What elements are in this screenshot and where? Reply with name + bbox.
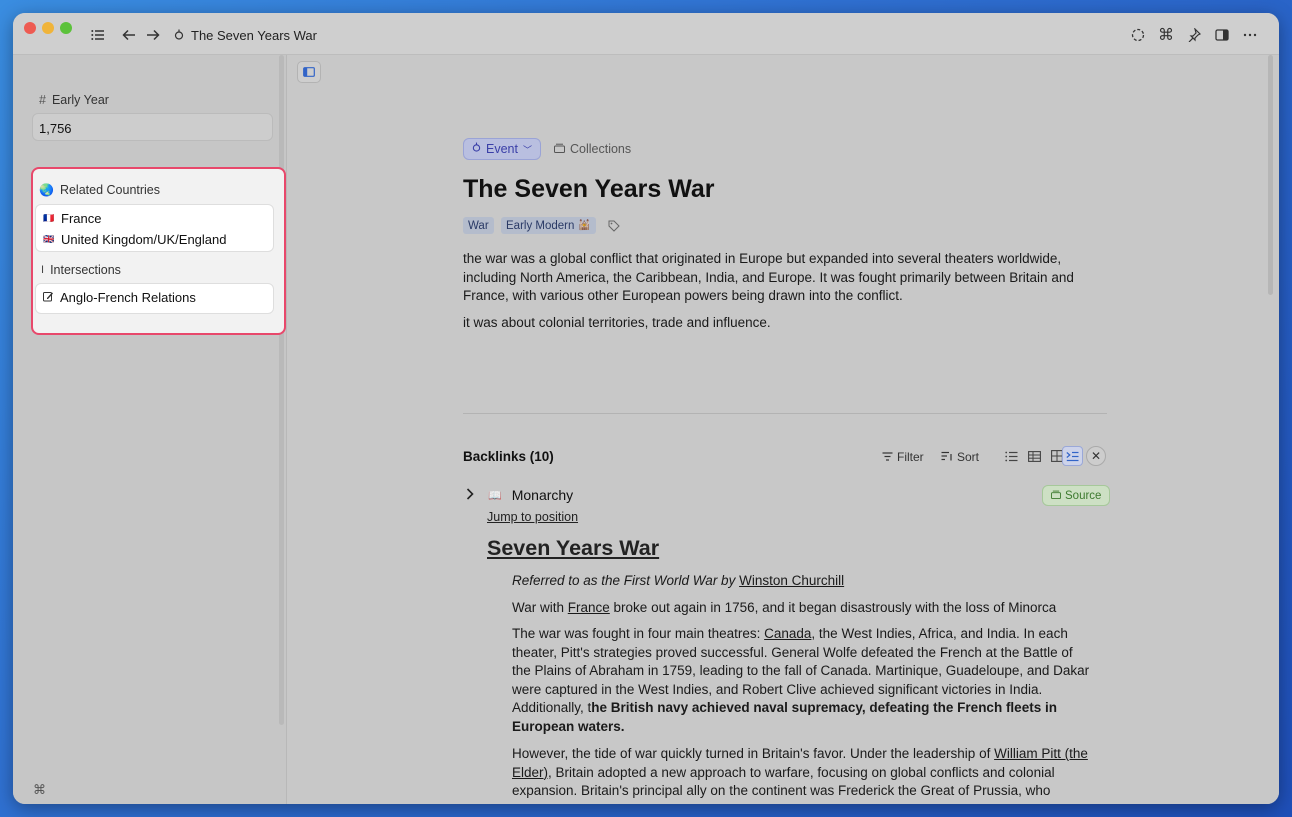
source-badge[interactable]: Source: [1042, 485, 1111, 506]
command-icon[interactable]: ⌘: [1158, 27, 1174, 44]
page-title[interactable]: The Seven Years War: [463, 175, 715, 204]
pavilion-icon: 🕍: [578, 220, 591, 231]
text-cursor-icon: I: [41, 264, 45, 276]
zoom-window-button[interactable]: [60, 22, 72, 34]
close-window-button[interactable]: [24, 22, 36, 34]
globe-icon: 🌏: [39, 183, 54, 197]
excerpt-heading[interactable]: Seven Years War: [487, 536, 659, 561]
close-backlinks-icon[interactable]: ✕: [1086, 446, 1106, 466]
divider: [463, 413, 1107, 414]
excerpt-line-2: War with France broke out again in 1756,…: [512, 600, 1057, 615]
forward-arrow-icon[interactable]: [145, 27, 161, 43]
intersections-label: I Intersections: [41, 263, 121, 277]
relations-panel: 🌏 Related Countries 🇫🇷 France 🇬🇧 United …: [31, 167, 286, 335]
country-item-france[interactable]: 🇫🇷 France: [43, 211, 101, 226]
context-view-icon[interactable]: [1062, 446, 1083, 466]
excerpt-quote: Referred to as the First World War by Wi…: [512, 573, 845, 588]
backlink-item-monarchy[interactable]: 📖 Monarchy: [466, 487, 573, 503]
titlebar-title: The Seven Years War: [191, 28, 317, 43]
uk-flag-icon: 🇬🇧: [43, 234, 55, 244]
chevron-right-icon[interactable]: [466, 487, 474, 503]
chevron-down-icon: ﹀: [522, 144, 532, 155]
back-arrow-icon[interactable]: [121, 27, 137, 43]
properties-sidebar: # Early Year 1,756 🌏 Related Countries 🇫…: [13, 55, 287, 804]
edit-icon: [43, 290, 54, 305]
jump-to-position-link[interactable]: Jump to position: [487, 510, 578, 524]
type-selector[interactable]: Event ﹀: [463, 138, 541, 160]
titlebar: The Seven Years War ⌘: [13, 13, 1279, 55]
event-icon: [472, 142, 481, 156]
france-flag-icon: 🇫🇷: [43, 213, 55, 223]
loader-icon[interactable]: [1130, 27, 1146, 43]
sidebar-list-icon[interactable]: [90, 27, 106, 43]
list-view-icon[interactable]: [1002, 447, 1020, 465]
minimize-window-button[interactable]: [42, 22, 54, 34]
early-year-label: # Early Year: [39, 93, 109, 107]
excerpt-paragraph-3: The war was fought in four main theatres…: [512, 626, 1090, 734]
main-content: Event ﹀ Collections The Seven Years War …: [288, 55, 1279, 804]
pin-icon[interactable]: [1186, 27, 1202, 43]
sort-button[interactable]: Sort: [941, 450, 979, 464]
early-year-field[interactable]: 1,756: [32, 113, 273, 141]
sort-icon: [941, 450, 953, 464]
collection-icon: [1051, 490, 1061, 502]
canada-link[interactable]: Canada: [764, 626, 811, 641]
description-paragraph-2[interactable]: it was about colonial territories, trade…: [463, 314, 1103, 333]
france-link[interactable]: France: [568, 600, 610, 615]
collection-icon: [554, 142, 565, 156]
book-icon: 📖: [488, 489, 502, 502]
backlinks-title: Backlinks (10): [463, 449, 554, 464]
excerpt-paragraph-4: However, the tide of war quickly turned …: [512, 746, 1088, 804]
main-scrollbar[interactable]: [1268, 55, 1273, 295]
tag-war[interactable]: War: [463, 217, 494, 234]
toggle-sidebar-button[interactable]: [297, 61, 321, 83]
app-window: The Seven Years War ⌘ # Early Year 1,756…: [13, 13, 1279, 804]
filter-button[interactable]: Filter: [882, 450, 924, 464]
panel-right-icon[interactable]: [1214, 27, 1230, 43]
table-view-icon[interactable]: [1025, 447, 1043, 465]
churchill-link[interactable]: Winston Churchill: [739, 573, 844, 588]
command-footer-icon[interactable]: ⌘: [33, 782, 46, 798]
panel-left-icon: [303, 67, 315, 77]
tag-early-modern[interactable]: Early Modern 🕍: [501, 217, 596, 234]
description-paragraph-1[interactable]: the war was a global conflict that origi…: [463, 250, 1103, 306]
add-tag-icon[interactable]: [608, 219, 620, 237]
hash-icon: #: [39, 93, 46, 107]
sidebar-scrollbar[interactable]: [279, 55, 284, 725]
collections-button[interactable]: Collections: [554, 142, 631, 156]
intersection-item[interactable]: Anglo-French Relations: [43, 290, 196, 305]
more-icon[interactable]: [1242, 27, 1258, 43]
country-item-uk[interactable]: 🇬🇧 United Kingdom/UK/England: [43, 232, 227, 247]
event-icon: [173, 27, 185, 43]
related-countries-label: 🌏 Related Countries: [39, 183, 161, 197]
filter-icon: [882, 450, 893, 464]
